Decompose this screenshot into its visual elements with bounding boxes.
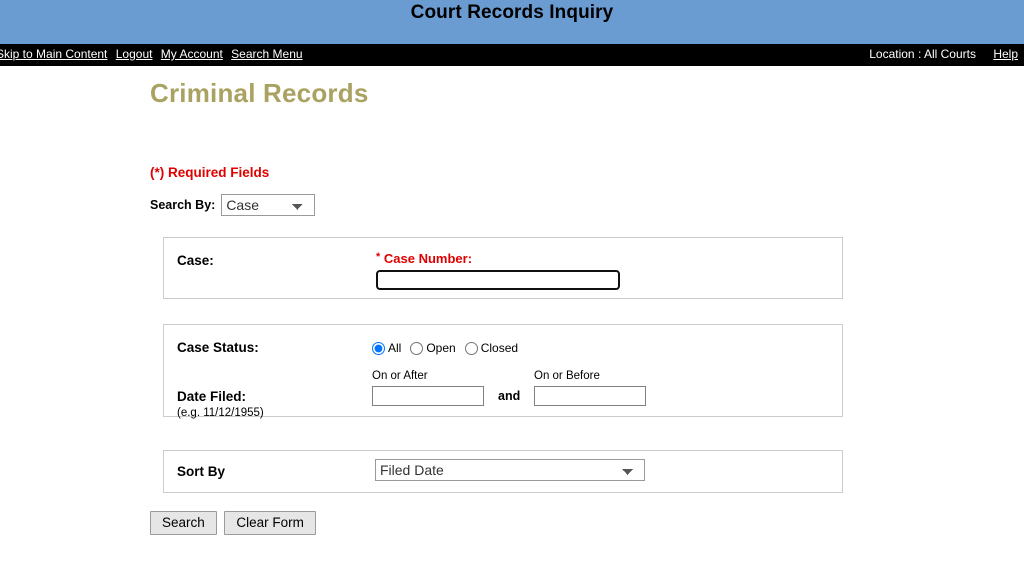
sort-by-panel: Sort By Filed Date [163,450,843,493]
case-number-input[interactable] [376,270,620,290]
radio-input-open[interactable] [410,342,423,355]
nav-links-right: Location : All Courts Help [869,47,1018,61]
app-title: Court Records Inquiry [0,0,1024,26]
on-or-before-label: On or Before [534,370,600,382]
radio-label-open: Open [426,341,455,355]
sort-by-label: Sort By [177,464,225,479]
search-by-label: Search By: [150,198,215,212]
sort-by-select[interactable]: Filed Date [375,459,645,481]
on-or-after-label: On or After [372,370,428,382]
case-number-label-text: Case Number: [384,251,472,266]
on-or-after-input[interactable] [372,386,484,406]
case-panel: Case: * Case Number: [163,237,843,299]
radio-label-all: All [388,341,401,355]
radio-input-closed[interactable] [465,342,478,355]
case-status-radio-group: All Open Closed [372,341,527,355]
nav-link-search-menu[interactable]: Search Menu [231,47,302,61]
radio-option-all[interactable]: All [372,341,401,355]
case-number-label: * Case Number: [376,251,472,266]
location-indicator: Location : All Courts [869,47,976,61]
top-navigation-bar: Skip to Main Content Logout My Account S… [0,44,1024,66]
nav-link-my-account[interactable]: My Account [161,47,223,61]
form-button-row: Search Clear Form [150,511,1024,535]
date-filed-example: (e.g. 11/12/1955) [177,407,264,419]
nav-links-left: Skip to Main Content Logout My Account S… [0,47,308,61]
on-or-before-input[interactable] [534,386,646,406]
radio-label-closed: Closed [481,341,518,355]
search-button[interactable]: Search [150,511,217,535]
radio-input-all[interactable] [372,342,385,355]
radio-option-open[interactable]: Open [410,341,455,355]
nav-link-skip-to-main-content[interactable]: Skip to Main Content [0,47,107,61]
date-filed-label: Date Filed: [177,389,246,404]
nav-link-logout[interactable]: Logout [116,47,153,61]
and-separator-label: and [498,389,520,403]
case-status-panel: Case Status: All Open Closed Date Filed:… [163,324,843,417]
required-fields-note: (*) Required Fields [150,165,1024,180]
radio-option-closed[interactable]: Closed [465,341,518,355]
case-status-label: Case Status: [177,340,259,355]
nav-link-help[interactable]: Help [993,47,1018,61]
clear-form-button[interactable]: Clear Form [224,511,316,535]
required-asterisk-icon: * [376,251,380,263]
page-title: Criminal Records [150,66,1024,109]
case-panel-label: Case: [177,253,214,268]
main-content: Criminal Records (*) Required Fields Sea… [0,66,1024,535]
search-by-select[interactable]: Case [221,194,315,216]
page-banner: Court Records Inquiry [0,0,1024,44]
search-by-row: Search By: Case [150,194,1024,216]
